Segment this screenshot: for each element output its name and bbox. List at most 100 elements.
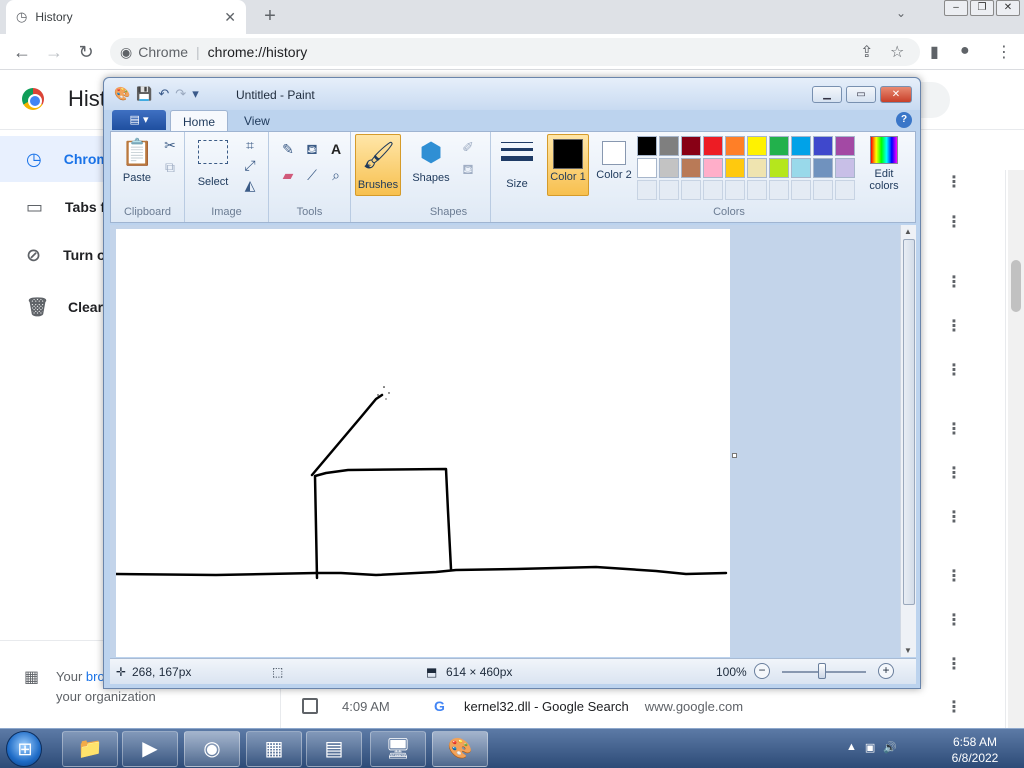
help-icon[interactable]: ? — [896, 112, 912, 128]
sidebar-item-clear-browsing-data[interactable]: 🗑 Clear browsing data — [0, 284, 202, 330]
palette-custom-slot[interactable] — [659, 180, 679, 200]
color-picker-icon[interactable]: ⟋ — [303, 166, 321, 184]
minimize-button[interactable]: – — [944, 0, 968, 16]
row-more-icon[interactable]: ⋮ — [946, 610, 962, 630]
size-button[interactable]: Size — [495, 136, 539, 190]
sidebar-item-chrome-history[interactable]: ◷ Chrome history — [0, 136, 167, 182]
taskbar-clock[interactable]: 6:58 AM 6/8/2022 — [940, 734, 1010, 766]
palette-color-swatch[interactable] — [659, 136, 679, 156]
brushes-button[interactable]: 🖌 Brushes — [355, 134, 401, 196]
palette-color-swatch[interactable] — [747, 136, 767, 156]
paste-button[interactable]: 📋 Paste — [115, 136, 159, 184]
side-panel-icon[interactable]: ▮ — [930, 42, 939, 62]
media-player-taskbar-icon[interactable]: ▶ — [122, 731, 178, 767]
magnifier-icon[interactable]: ⌕ — [327, 166, 345, 184]
row-checkbox[interactable] — [302, 698, 318, 714]
palette-custom-slot[interactable] — [637, 180, 657, 200]
row-more-icon[interactable]: ⋮ — [946, 172, 962, 192]
forward-button[interactable]: → — [44, 42, 64, 62]
palette-color-swatch[interactable] — [769, 136, 789, 156]
outline-icon[interactable]: ✐ — [459, 138, 477, 156]
tab-home[interactable]: Home — [170, 110, 229, 132]
row-more-icon[interactable]: ⋮ — [946, 419, 962, 439]
history-row[interactable]: 4:09 AM G kernel32.dll - Google Search w… — [280, 686, 1006, 726]
palette-color-swatch[interactable] — [747, 158, 767, 178]
address-bar[interactable]: ◉ Chrome | chrome://history — [110, 38, 920, 66]
palette-color-swatch[interactable] — [791, 158, 811, 178]
task-manager-taskbar-icon[interactable]: ▦ — [246, 731, 302, 767]
palette-color-swatch[interactable] — [835, 158, 855, 178]
save-icon[interactable]: 💾 — [136, 86, 152, 102]
tab-view[interactable]: View — [232, 110, 282, 132]
bookmark-star-icon[interactable]: ☆ — [890, 42, 904, 62]
tab-search-icon[interactable]: ⌄ — [896, 6, 906, 20]
crop-icon[interactable]: ⌗ — [241, 136, 259, 154]
back-button[interactable]: ← — [12, 42, 32, 62]
text-icon[interactable]: A — [327, 140, 345, 158]
palette-custom-slot[interactable] — [835, 180, 855, 200]
eraser-icon[interactable]: ▰ — [279, 166, 297, 184]
scroll-down-icon[interactable]: ▼ — [904, 646, 912, 655]
page-scrollbar-thumb[interactable] — [1011, 260, 1021, 312]
cut-icon[interactable]: ✂ — [161, 136, 179, 154]
palette-color-swatch[interactable] — [769, 158, 789, 178]
explorer-taskbar-icon[interactable]: 📁 — [62, 731, 118, 767]
start-button[interactable] — [6, 731, 43, 767]
reload-button[interactable]: ↻ — [76, 42, 96, 62]
palette-custom-slot[interactable] — [681, 180, 701, 200]
palette-custom-slot[interactable] — [813, 180, 833, 200]
palette-color-swatch[interactable] — [703, 136, 723, 156]
zoom-in-button[interactable]: + — [878, 663, 894, 679]
file-menu-button[interactable]: ▤ ▾ — [112, 110, 166, 130]
canvas-scrollbar[interactable]: ▲ ▼ — [900, 225, 916, 657]
maximize-button[interactable]: ▭ — [846, 86, 876, 103]
canvas-scrollbar-thumb[interactable] — [903, 239, 915, 605]
palette-custom-slot[interactable] — [747, 180, 767, 200]
fill-shape-icon[interactable]: ⛾ — [459, 160, 477, 178]
tab-close-icon[interactable]: ✕ — [224, 9, 236, 26]
select-button[interactable]: Select — [191, 136, 235, 188]
palette-color-swatch[interactable] — [835, 136, 855, 156]
pencil-icon[interactable]: ✎ — [279, 140, 297, 158]
palette-color-swatch[interactable] — [813, 158, 833, 178]
chrome-taskbar-icon[interactable]: ◉ — [184, 731, 240, 767]
shapes-button[interactable]: ⬢ Shapes — [409, 136, 453, 184]
row-more-icon[interactable]: ⋮ — [946, 272, 962, 292]
network-icon[interactable]: ▣ — [865, 741, 875, 754]
palette-color-swatch[interactable] — [637, 158, 657, 178]
row-more-icon[interactable]: ⋮ — [946, 463, 962, 483]
managed-link[interactable]: bro — [86, 669, 105, 684]
scroll-up-icon[interactable]: ▲ — [904, 227, 912, 236]
page-scrollbar[interactable] — [1008, 170, 1024, 728]
edit-colors-button[interactable]: Edit colors — [863, 136, 905, 192]
palette-color-swatch[interactable] — [659, 158, 679, 178]
row-more-icon[interactable]: ⋮ — [946, 360, 962, 380]
palette-color-swatch[interactable] — [681, 136, 701, 156]
palette-custom-slot[interactable] — [769, 180, 789, 200]
paint-app-icon[interactable]: 🎨 — [114, 86, 130, 102]
row-more-icon[interactable]: ⋮ — [946, 212, 962, 232]
fill-icon[interactable]: ⛾ — [303, 140, 321, 158]
drawing-canvas[interactable] — [114, 229, 730, 657]
canvas-resize-handle[interactable] — [732, 453, 737, 458]
redo-icon[interactable]: ↷ — [175, 86, 186, 102]
color1-button[interactable]: Color 1 — [547, 134, 589, 196]
customize-qat-icon[interactable]: ▾ — [192, 86, 199, 102]
minimize-button[interactable]: ▁ — [812, 86, 842, 103]
palette-color-swatch[interactable] — [703, 158, 723, 178]
tray-expand-icon[interactable]: ▲ — [846, 741, 857, 754]
palette-color-swatch[interactable] — [725, 158, 745, 178]
palette-color-swatch[interactable] — [791, 136, 811, 156]
copy-icon[interactable]: ⧉ — [161, 158, 179, 176]
remote-desktop-taskbar-icon[interactable]: 🖥 — [370, 731, 426, 767]
row-more-icon[interactable]: ⋮ — [946, 507, 962, 527]
row-more-icon[interactable]: ⋮ — [946, 654, 962, 674]
row-more-icon[interactable]: ⋮ — [946, 566, 962, 586]
new-tab-button[interactable]: + — [258, 4, 282, 28]
resize-icon[interactable]: ⤢ — [241, 156, 259, 174]
close-button[interactable]: ✕ — [996, 0, 1020, 16]
tab-history[interactable]: ◷ History ✕ — [6, 0, 246, 34]
sidebar-item-tabs-other-devices[interactable]: ▭ Tabs from other devices — [0, 184, 226, 230]
share-icon[interactable]: ⇪ — [860, 42, 873, 62]
row-more-icon[interactable]: ⋮ — [946, 316, 962, 336]
